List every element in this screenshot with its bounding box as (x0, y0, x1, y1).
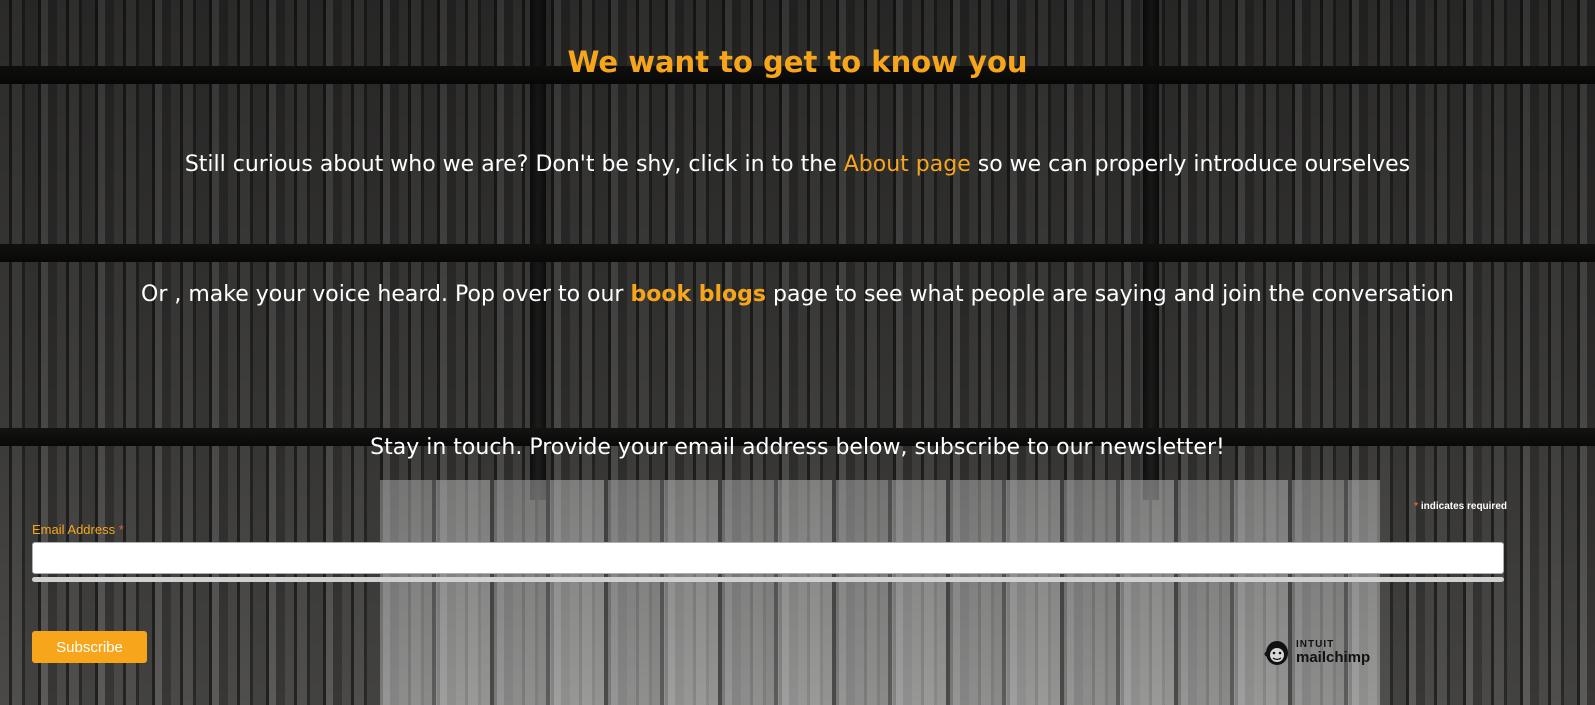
email-label-text: Email Address (32, 522, 119, 537)
mailchimp-name-text: mailchimp (1296, 648, 1371, 666)
email-field[interactable] (32, 542, 1504, 574)
mailchimp-badge[interactable]: INTUIT mailchimp (1262, 634, 1392, 670)
email-field-underbar (32, 577, 1504, 582)
page-title: We want to get to know you (567, 45, 1028, 79)
email-required-asterisk: * (118, 522, 124, 537)
book-blogs-link[interactable]: book blogs (630, 282, 766, 307)
contact-section: We want to get to know you Still curious… (0, 0, 1595, 705)
about-text-after: so we can properly introduce ourselves (970, 152, 1411, 177)
about-paragraph: Still curious about who we are? Don't be… (0, 152, 1595, 177)
email-label: Email Address * (32, 522, 124, 537)
blog-text-before: Or , make your voice heard. Pop over to … (141, 282, 631, 307)
required-note-text: indicates required (1418, 501, 1507, 512)
subscribe-button[interactable]: Subscribe (32, 631, 147, 663)
required-note: * indicates required (1414, 501, 1507, 512)
page: We want to get to know you Still curious… (0, 0, 1595, 705)
mailchimp-intuit-text: INTUIT (1296, 638, 1335, 650)
mailchimp-wordmark: INTUIT mailchimp (1296, 638, 1371, 666)
newsletter-intro: Stay in touch. Provide your email addres… (370, 435, 1225, 460)
blog-text-after: page to see what people are saying and j… (766, 282, 1454, 307)
blog-paragraph: Or , make your voice heard. Pop over to … (0, 282, 1595, 307)
about-page-link[interactable]: About page (844, 152, 971, 177)
about-text-before: Still curious about who we are? Don't be… (184, 152, 844, 177)
mailchimp-freddie-icon (1264, 641, 1288, 665)
